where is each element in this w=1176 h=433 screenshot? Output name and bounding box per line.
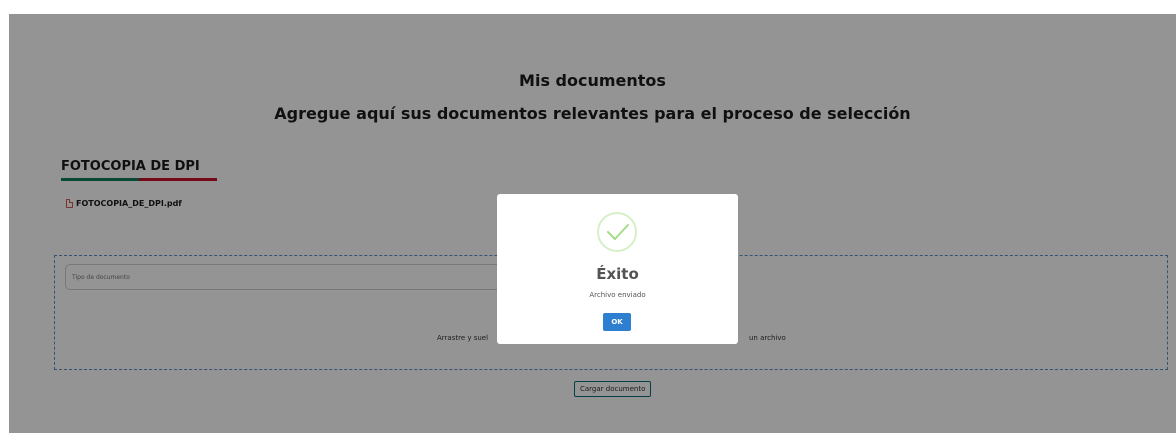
dialog-title: Éxito (596, 265, 639, 283)
left-margin (0, 14, 9, 433)
success-check-icon (597, 212, 637, 252)
ok-button[interactable]: OK (603, 313, 631, 331)
top-margin (0, 0, 1176, 14)
success-dialog: Éxito Archivo enviado OK (497, 194, 738, 344)
dialog-message: Archivo enviado (589, 291, 646, 299)
